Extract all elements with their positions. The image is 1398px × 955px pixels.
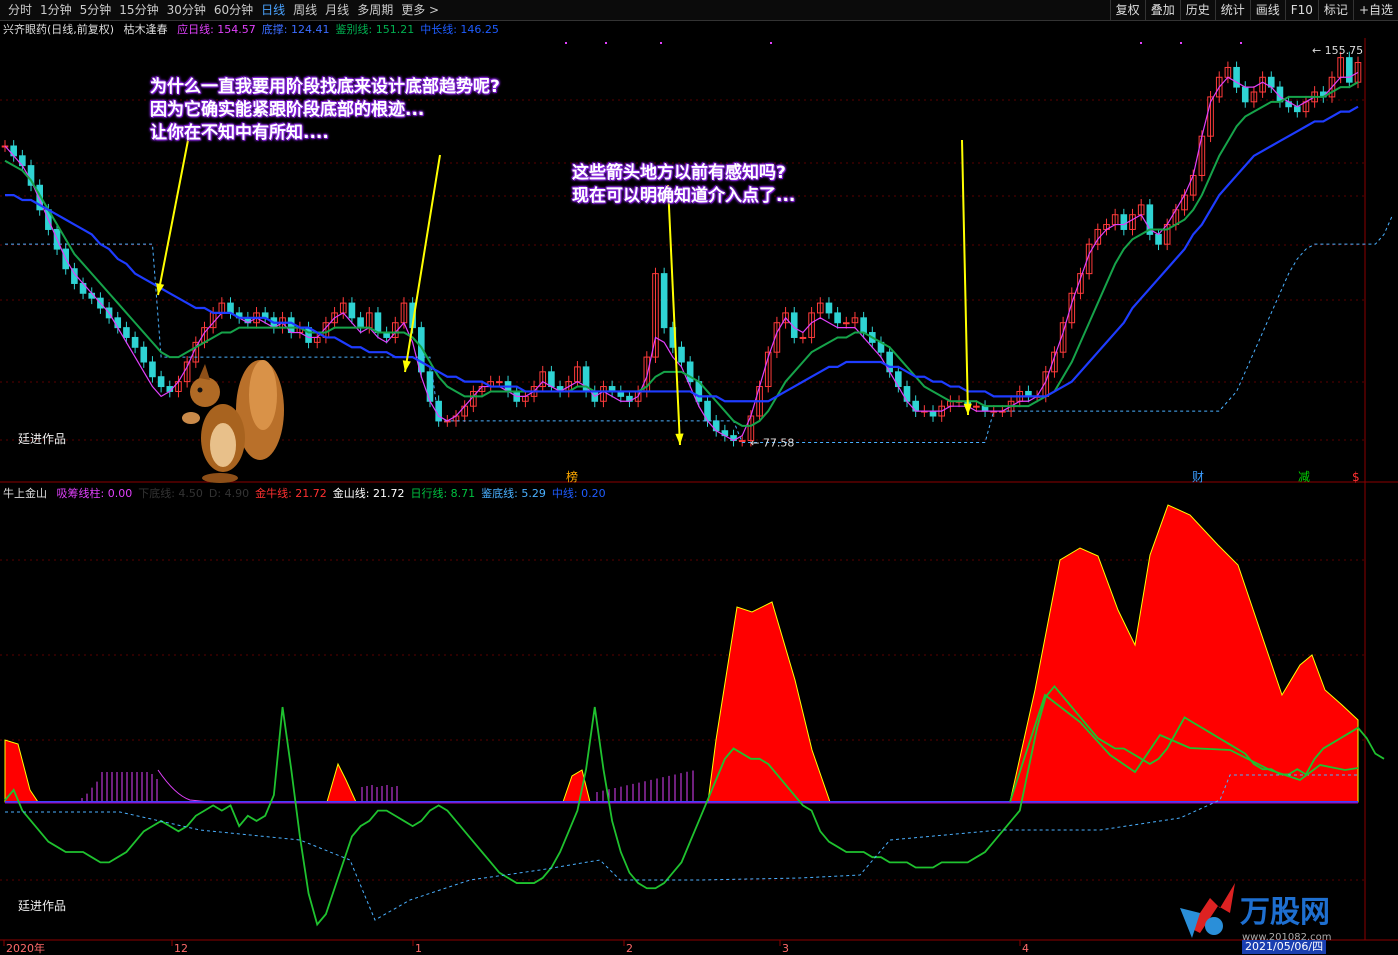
annotation-left-line-2: 因为它确实能紧跟阶段底部的根迹... <box>150 100 425 120</box>
x-label-5: 4 <box>1022 942 1029 955</box>
annotation-middle-line-1: 这些箭头地方以前有感知吗? <box>572 163 786 183</box>
candle-body <box>348 302 356 319</box>
candle-body <box>834 312 841 324</box>
x-label-4: 3 <box>782 942 789 955</box>
top-dot-2 <box>660 42 662 44</box>
top-dot-3 <box>770 42 772 44</box>
yellow-arrow-3 <box>961 139 969 416</box>
squirrel-icon <box>182 360 284 483</box>
x-label-2: 1 <box>415 942 422 955</box>
candle-body <box>227 302 234 314</box>
event-marker-3: $ <box>1352 470 1360 484</box>
candle-body <box>1293 106 1301 113</box>
top-dot-0 <box>565 42 567 44</box>
candle-body <box>799 336 807 339</box>
candle-body <box>660 273 668 329</box>
high-label: ← 155.75 <box>1312 44 1363 57</box>
candle-body <box>842 322 850 325</box>
top-dot-6 <box>1240 42 1242 44</box>
candle-body <box>1155 233 1162 245</box>
watermark-brand-text: 万股网 <box>1240 895 1330 930</box>
candle-body <box>131 336 139 348</box>
candle-body <box>114 317 122 329</box>
top-dot-4 <box>1140 42 1142 44</box>
red-area-3 <box>562 769 591 803</box>
yellow-arrow-2 <box>667 184 681 446</box>
yellow-arrow-0 <box>157 129 191 296</box>
red-area-1 <box>4 739 39 803</box>
candle-body <box>548 371 555 388</box>
annotation-middle-line-2: 现在可以明确知道介入点了... <box>572 186 796 206</box>
candle-body <box>1241 86 1249 103</box>
x-label-1: 12 <box>174 942 188 955</box>
event-marker-1: 财 <box>1192 470 1204 484</box>
main-author-label: 廷进作品 <box>18 432 67 446</box>
candle-body <box>357 317 364 329</box>
candle-body <box>1346 57 1353 83</box>
low-label: ← 77.58 <box>750 437 794 450</box>
event-marker-0: 榜 <box>566 469 578 484</box>
sub-author-label: 廷进作品 <box>18 899 67 913</box>
annotation-left: 为什么一直我要用阶段找底来设计底部趋势呢? 因为它确实能紧跟阶段底部的根迹...… <box>150 76 500 145</box>
candle-body <box>678 346 685 363</box>
candle-body <box>860 317 867 334</box>
watermark-url: www.201082.com <box>1242 932 1332 943</box>
candle-body <box>157 376 165 388</box>
candle-body <box>825 302 833 314</box>
candle-body <box>929 410 937 417</box>
yellow-arrowhead-1 <box>402 360 411 372</box>
watermark-logo: 万股网 www.201082.com <box>1180 883 1332 943</box>
candle-body <box>374 312 382 334</box>
candle-body <box>973 405 980 408</box>
annotation-middle: 这些箭头地方以前有感知吗? 现在可以明确知道介入点了... <box>572 162 795 208</box>
candle-body <box>140 346 148 363</box>
event-marker-2: 减 <box>1298 470 1310 484</box>
top-dot-5 <box>1180 42 1182 44</box>
annotation-left-line-1: 为什么一直我要用阶段找底来设计底部趋势呢? <box>150 77 500 97</box>
red-area-2 <box>326 762 357 803</box>
yellow-arrowhead-3 <box>963 403 972 415</box>
red-area-4 <box>707 601 831 803</box>
accum-tail <box>157 769 211 803</box>
candle-body <box>1233 66 1240 88</box>
top-dot-1 <box>605 42 607 44</box>
annotation-left-line-3: 让你在不知中有所知.... <box>150 123 329 143</box>
candle-body <box>1120 214 1128 230</box>
red-area-5 <box>1009 504 1359 803</box>
candle-body <box>738 440 746 443</box>
x-label-3: 2 <box>626 942 633 955</box>
candle-body <box>123 327 130 338</box>
yellow-arrowhead-2 <box>675 433 684 445</box>
x-label-0: 2020年 <box>6 941 45 955</box>
candle-body <box>149 361 156 378</box>
candle-body <box>496 381 503 384</box>
